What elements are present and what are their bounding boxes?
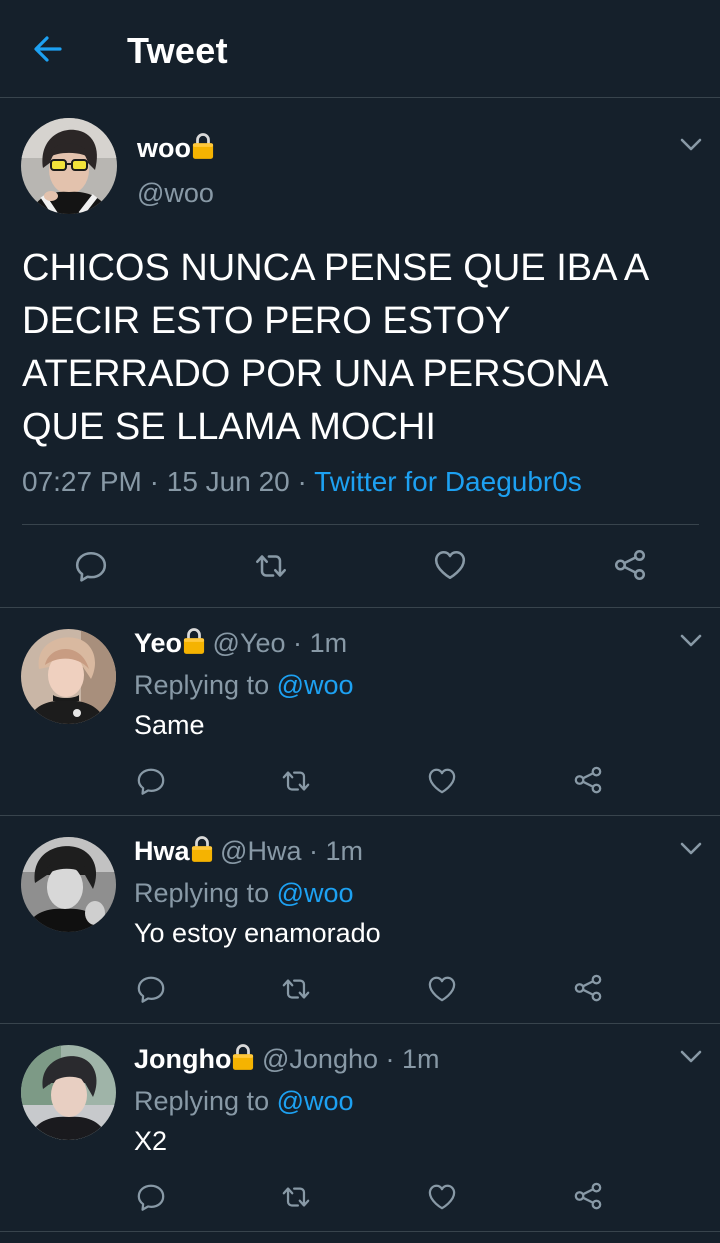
meta-separator: · [308,836,318,866]
reply-time: 1m [325,836,364,866]
retweet-icon[interactable] [252,549,290,583]
back-arrow-icon[interactable] [30,31,66,67]
divider [0,607,720,608]
chevron-down-icon[interactable] [680,634,702,648]
heart-icon[interactable] [433,549,467,581]
reply-author-name[interactable]: Yeo [134,628,182,658]
reply-text: Yo estoy enamorado [134,918,381,948]
reply-handle[interactable]: @Hwa [220,836,301,866]
avatar[interactable] [21,629,116,724]
replying-to: Replying to @woo [134,1086,354,1117]
tweet-date: 15 Jun 20 [166,466,290,497]
author-display-name: woo [137,133,191,163]
reply-text: X2 [134,1126,168,1156]
retweet-icon[interactable] [279,974,313,1004]
lock-icon [191,835,213,863]
retweet-icon[interactable] [279,1182,313,1212]
replying-mention[interactable]: @woo [277,878,354,908]
reply-time: 1m [402,1044,440,1074]
reply-author-name[interactable]: Jongho [134,1044,231,1074]
share-icon[interactable] [612,548,648,582]
replying-mention[interactable]: @woo [277,670,354,700]
replying-to: Replying to @woo [134,878,354,909]
meta-separator: · [385,1044,395,1074]
page-title: Tweet [127,30,228,71]
reply-icon[interactable] [74,549,108,583]
avatar[interactable] [21,837,116,932]
replying-prefix: Replying to [134,670,270,700]
avatar[interactable] [21,118,117,214]
replying-to: Replying to @woo [134,670,354,701]
reply-handle[interactable]: @Jongho [262,1044,378,1074]
reply-handle[interactable]: @Yeo [213,628,286,658]
top-bar: Tweet [0,0,720,98]
tweet-meta: 07:27 PM · 15 Jun 20 · Twitter for Daegu… [22,466,582,498]
heart-icon[interactable] [427,975,457,1003]
reply-icon[interactable] [136,766,166,796]
meta-separator: · [149,466,159,497]
divider [0,815,720,816]
replying-prefix: Replying to [134,1086,270,1116]
replying-prefix: Replying to [134,878,270,908]
tweet-source-link[interactable]: Twitter for Daegubr0s [314,466,582,497]
heart-icon[interactable] [427,767,457,795]
reply-header: Jongho @Jongho · 1m [134,1043,440,1075]
divider [0,1231,720,1232]
reply-icon[interactable] [136,1182,166,1212]
reply-header: Hwa @Hwa · 1m [134,835,363,867]
reply-header: Yeo @Yeo · 1m [134,627,347,659]
author-handle[interactable]: @woo [137,178,214,209]
reply-author-name[interactable]: Hwa [134,836,190,866]
reply-icon[interactable] [136,974,166,1004]
reply-time: 1m [309,628,348,658]
meta-separator: · [297,466,307,497]
avatar[interactable] [21,1045,116,1140]
share-icon[interactable] [572,1181,604,1211]
tweet-text: CHICOS NUNCA PENSE QUE IBA A DECIR ESTO … [22,247,648,448]
heart-icon[interactable] [427,1183,457,1211]
lock-icon [232,1043,254,1071]
reply-text: Same [134,710,205,740]
divider [22,524,699,525]
author-name[interactable]: woo [137,132,214,164]
tweet-time: 07:27 PM [22,466,142,497]
lock-icon [183,627,205,655]
lock-icon [192,132,214,160]
chevron-down-icon[interactable] [680,138,702,152]
meta-separator: · [293,628,303,658]
divider [0,1023,720,1024]
share-icon[interactable] [572,973,604,1003]
retweet-icon[interactable] [279,766,313,796]
chevron-down-icon[interactable] [680,1050,702,1064]
chevron-down-icon[interactable] [680,842,702,856]
share-icon[interactable] [572,765,604,795]
replying-mention[interactable]: @woo [277,1086,354,1116]
